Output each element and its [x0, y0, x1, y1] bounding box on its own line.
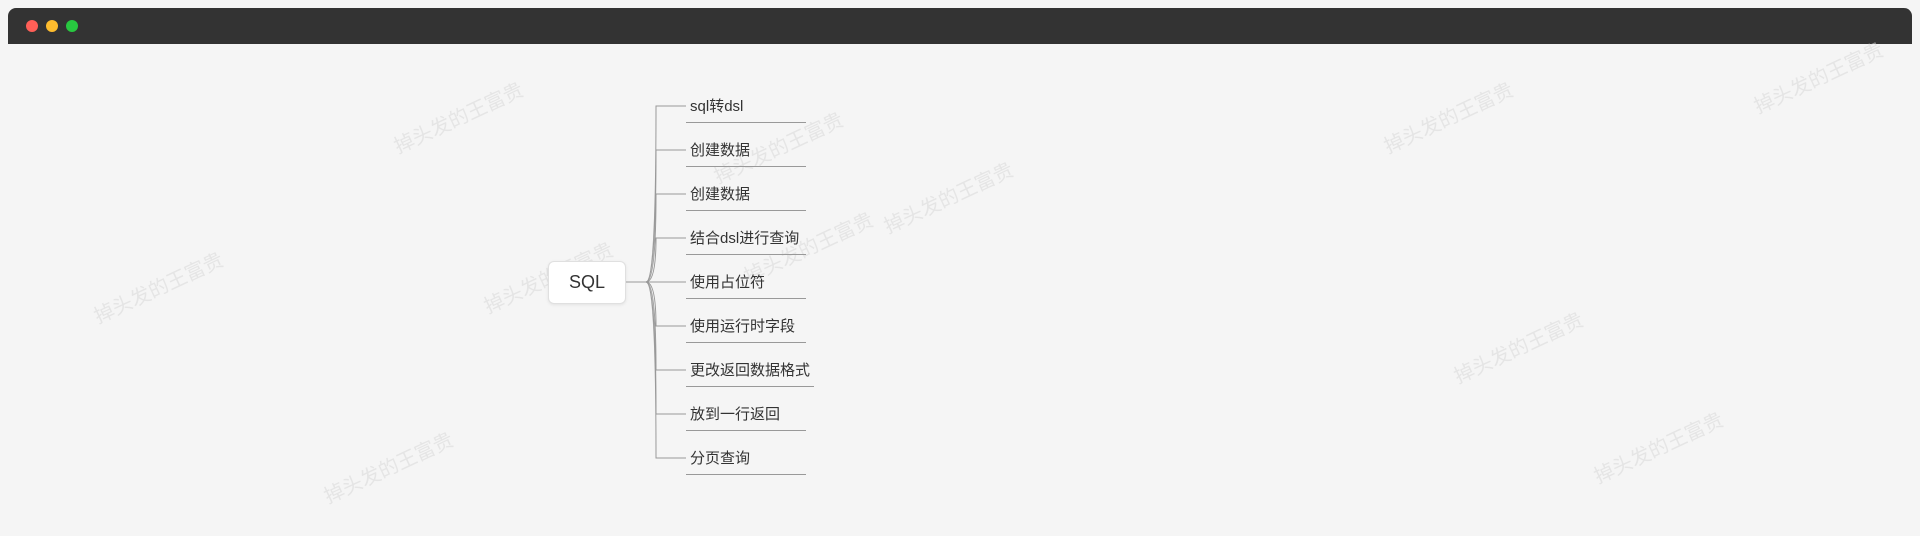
mindmap-child-label: 使用占位符: [686, 265, 806, 299]
mindmap-child-label: 创建数据: [686, 133, 806, 167]
mindmap-child-node[interactable]: 使用运行时字段: [686, 304, 814, 348]
mindmap: SQL sql转dsl 创建数据 创建数据: [548, 84, 814, 480]
close-icon[interactable]: [26, 20, 38, 32]
mindmap-connector: [626, 282, 686, 283]
mindmap-child-label: 分页查询: [686, 441, 806, 475]
maximize-icon[interactable]: [66, 20, 78, 32]
mindmap-child-label: 结合dsl进行查询: [686, 221, 806, 255]
mindmap-child-node[interactable]: 更改返回数据格式: [686, 348, 814, 392]
watermark: 掉头发的王富贵: [318, 424, 457, 509]
watermark: 掉头发的王富贵: [388, 74, 527, 159]
mindmap-child-node[interactable]: 创建数据: [686, 172, 814, 216]
mindmap-child-node[interactable]: 使用占位符: [686, 260, 814, 304]
mindmap-child-node[interactable]: 放到一行返回: [686, 392, 814, 436]
mindmap-child-node[interactable]: 创建数据: [686, 128, 814, 172]
watermark: 掉头发的王富贵: [1748, 34, 1887, 119]
watermark: 掉头发的王富贵: [88, 244, 227, 329]
watermark: 掉头发的王富贵: [1588, 404, 1727, 489]
mindmap-child-label: 放到一行返回: [686, 397, 806, 431]
mindmap-root-node[interactable]: SQL: [548, 261, 626, 304]
mindmap-child-node[interactable]: sql转dsl: [686, 84, 814, 128]
mindmap-child-label: 更改返回数据格式: [686, 353, 814, 387]
watermark: 掉头发的王富贵: [1448, 304, 1587, 389]
watermark: 掉头发的王富贵: [878, 154, 1017, 239]
window-titlebar: [8, 8, 1912, 44]
mindmap-children: sql转dsl 创建数据 创建数据 结合dsl进行查询 使用占位符 使用运行时字…: [686, 84, 814, 480]
watermark: 掉头发的王富贵: [1378, 74, 1517, 159]
mindmap-child-label: 使用运行时字段: [686, 309, 806, 343]
mindmap-child-label: 创建数据: [686, 177, 806, 211]
content-area: 掉头发的王富贵 掉头发的王富贵 掉头发的王富贵 掉头发的王富贵 掉头发的王富贵 …: [8, 52, 1912, 536]
mindmap-child-node[interactable]: 结合dsl进行查询: [686, 216, 814, 260]
minimize-icon[interactable]: [46, 20, 58, 32]
mindmap-child-node[interactable]: 分页查询: [686, 436, 814, 480]
mindmap-child-label: sql转dsl: [686, 89, 806, 123]
